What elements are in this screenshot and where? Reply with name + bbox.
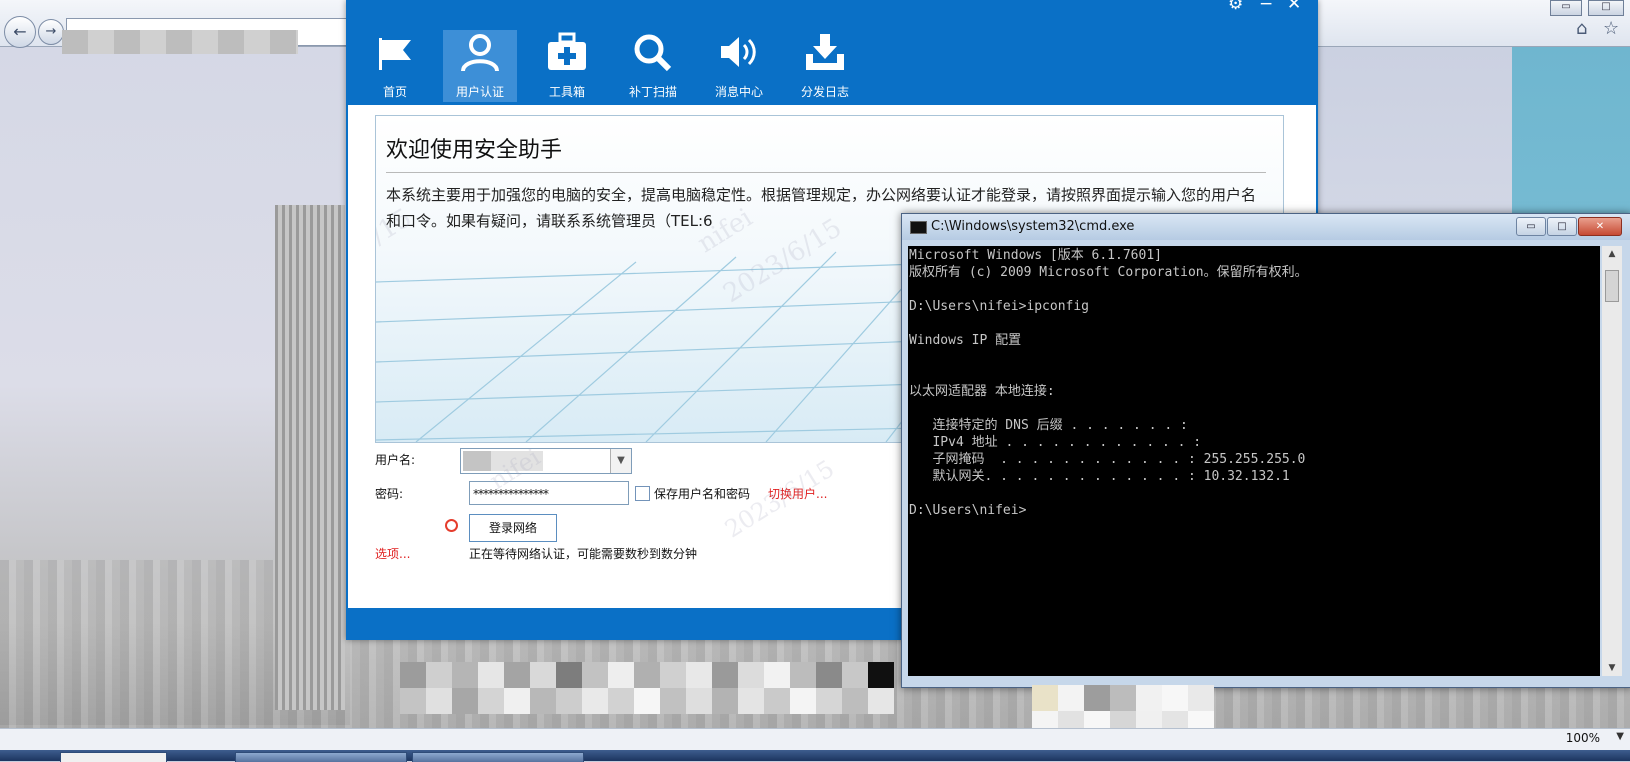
tab-patch-scan[interactable]: 补丁扫描 [616, 30, 690, 102]
minimize-button[interactable]: − [1259, 0, 1273, 14]
login-network-button[interactable]: 登录网络 [469, 514, 557, 542]
password-field[interactable]: *************** [469, 481, 629, 505]
redacted-mosaic [400, 662, 894, 714]
console-output[interactable]: Microsoft Windows [版本 6.1.7601] 版权所有 (c) … [908, 246, 1600, 676]
console-icon [910, 221, 927, 234]
search-icon [634, 34, 672, 72]
home-icon[interactable]: ⌂ [1576, 18, 1587, 39]
back-button[interactable]: ← [4, 16, 36, 48]
scroll-down-icon[interactable]: ▼ [1602, 660, 1622, 676]
username-redacted [463, 451, 543, 471]
tab-user-auth[interactable]: 用户认证 [443, 30, 517, 102]
console-line: IPv4 地址 . . . . . . . . . . . . : [909, 435, 1202, 450]
tab-home-label: 首页 [382, 85, 407, 99]
switch-user-link[interactable]: 切换用户... [768, 485, 827, 502]
cmd-title: C:\Windows\system32\cmd.exe [931, 219, 1135, 234]
tab-home[interactable]: 首页 [358, 30, 432, 102]
scroll-thumb[interactable] [1605, 270, 1619, 302]
console-line: 连接特定的 DNS 后缀 . . . . . . . : [909, 418, 1188, 433]
save-credentials-label: 保存用户名和密码 [654, 487, 751, 501]
user-icon [461, 34, 499, 72]
favorites-icon[interactable]: ☆ [1603, 18, 1619, 39]
console-line: D:\Users\nifei>ipconfig [909, 299, 1090, 314]
chevron-down-icon[interactable]: ▼ [610, 449, 631, 473]
close-button[interactable]: ✕ [1287, 0, 1301, 14]
wallpaper-tower [275, 205, 345, 710]
back-icon: ← [13, 22, 27, 41]
forward-icon: → [45, 24, 57, 39]
download-tray-icon [806, 34, 844, 70]
tab-message-center[interactable]: 消息中心 [702, 30, 776, 102]
console-line: 以太网适配器 本地连接: [909, 384, 1055, 399]
cmd-titlebar[interactable]: C:\Windows\system32\cmd.exe ▭ □ ✕ [902, 214, 1630, 240]
options-link[interactable]: 选项... [375, 545, 410, 562]
tab-toolbox-label: 工具箱 [548, 85, 585, 99]
console-line: Microsoft Windows [版本 6.1.7601] [909, 248, 1162, 263]
zoom-level[interactable]: 100% [1566, 731, 1600, 745]
browser-statusbar: 100% ▼ [0, 728, 1630, 750]
tab-message-center-label: 消息中心 [714, 85, 763, 99]
settings-icon[interactable]: ⚙ [1228, 0, 1243, 14]
tab-distribution-log-label: 分发日志 [800, 85, 849, 99]
cmd-minimize-button[interactable]: ▭ [1516, 217, 1546, 236]
browser-minimize-button[interactable]: ▭ [1550, 0, 1582, 16]
status-indicator-icon [445, 519, 458, 532]
save-credentials-checkbox[interactable] [635, 486, 650, 501]
scroll-up-icon[interactable]: ▲ [1602, 246, 1622, 262]
cmd-maximize-button[interactable]: □ [1547, 217, 1577, 236]
chevron-down-icon[interactable]: ▼ [1616, 731, 1624, 742]
tab-toolbox[interactable]: 工具箱 [530, 30, 604, 102]
flag-icon [379, 38, 411, 70]
forward-button[interactable]: → [38, 19, 64, 45]
tab-user-auth-label: 用户认证 [455, 85, 504, 99]
cmd-window: C:\Windows\system32\cmd.exe ▭ □ ✕ Micros… [901, 213, 1630, 688]
address-redacted [62, 30, 298, 54]
console-line: 默认网关. . . . . . . . . . . . . : 10.32.13… [909, 469, 1290, 484]
username-label: 用户名: [375, 453, 416, 467]
console-line: Windows IP 配置 [909, 333, 1022, 348]
console-line: 版权所有 (c) 2009 Microsoft Corporation。保留所有… [909, 265, 1308, 280]
password-label: 密码: [375, 487, 404, 501]
speaker-icon [721, 37, 756, 67]
console-line: 子网掩码 . . . . . . . . . . . . : 255.255.2… [909, 452, 1306, 467]
username-combobox[interactable]: ▼ [460, 448, 632, 474]
tab-patch-scan-label: 补丁扫描 [628, 85, 677, 99]
welcome-title: 欢迎使用安全助手 [386, 132, 1266, 173]
browser-restore-button[interactable]: □ [1588, 0, 1624, 16]
tab-distribution-log[interactable]: 分发日志 [788, 30, 862, 102]
console-line: D:\Users\nifei> [909, 503, 1027, 518]
cmd-close-button[interactable]: ✕ [1578, 217, 1622, 236]
cmd-scrollbar[interactable]: ▲ ▼ [1602, 246, 1622, 676]
toolbox-icon [548, 32, 586, 70]
auth-status-text: 正在等待网络认证，可能需要数秒到数分钟 [469, 547, 698, 561]
